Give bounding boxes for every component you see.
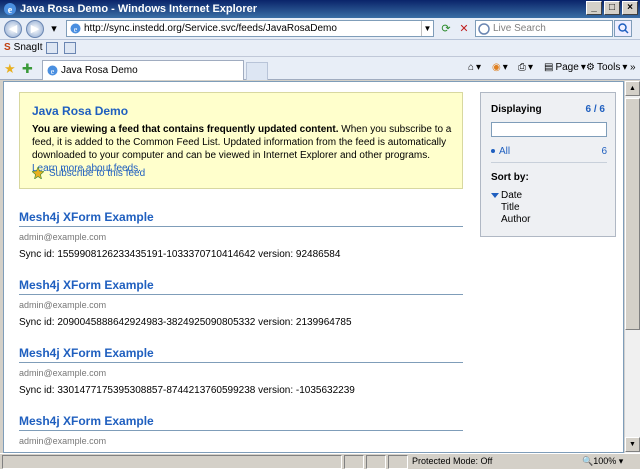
entry-author: admin@example.com: [19, 300, 107, 310]
svg-text:e: e: [51, 67, 55, 76]
window-title: Java Rosa Demo - Windows Internet Explor…: [20, 3, 258, 15]
sort-option-date[interactable]: Date: [491, 190, 530, 202]
home-icon: ⌂: [468, 62, 475, 73]
entry-body: Sync id: 3301477175395308857-87442137605…: [19, 385, 355, 396]
entry-title[interactable]: Mesh4j XForm Example: [19, 278, 463, 295]
snagit-icon: S: [4, 42, 11, 53]
new-tab-button[interactable]: [246, 62, 268, 80]
feeds-button[interactable]: ◉ ▾: [492, 62, 508, 73]
status-popup-segment: [388, 455, 408, 469]
status-bar: Protected Mode: Off 🔍100% ▾: [0, 453, 640, 469]
page-icon: e: [70, 23, 81, 34]
stop-icon[interactable]: ✕: [456, 21, 472, 37]
scrollbar-thumb[interactable]: [625, 98, 640, 330]
sort-by-label: Sort by:: [491, 172, 529, 183]
bullet-icon: [491, 149, 495, 154]
tab-page-icon: e: [47, 65, 58, 76]
filter-all-link[interactable]: All 6: [491, 146, 607, 157]
address-bar-row: ◀ ▶ ▾ e http://sync.instedd.org/Service.…: [0, 18, 640, 40]
tab-label: Java Rosa Demo: [61, 65, 138, 76]
svg-text:e: e: [8, 5, 13, 16]
snagit-capture-icon[interactable]: [64, 42, 76, 54]
zoom-level: 100%: [593, 456, 617, 466]
subscribe-label: Subscribe to this feed: [49, 167, 146, 179]
address-field[interactable]: e http://sync.instedd.org/Service.svc/fe…: [66, 20, 434, 37]
protected-mode-status[interactable]: Protected Mode: Off: [412, 456, 492, 466]
tab-row: ★ ✚ e Java Rosa Demo ⌂ ▾ ◉ ▾ ⎙ ▾ ▤ Page ▾ ⚙ To…: [0, 57, 640, 80]
forward-button[interactable]: ▶: [26, 20, 44, 38]
entry-author: admin@example.com: [19, 436, 107, 446]
snagit-label: SnagIt: [13, 42, 43, 53]
back-button[interactable]: ◀: [4, 20, 22, 38]
tools-gear-icon: ⚙: [586, 62, 595, 73]
entry-author: admin@example.com: [19, 368, 107, 378]
entry-body: Sync id: 2090045888642924983-38249250908…: [19, 317, 352, 328]
title-bar: e Java Rosa Demo - Windows Internet Expl…: [0, 0, 640, 18]
magnifier-icon: [617, 23, 629, 34]
address-dropdown-icon[interactable]: ▼: [421, 21, 433, 36]
entry-body: Sync id: 15599081262334351​91-1033370710…: [19, 249, 341, 260]
ie-logo-icon: e: [4, 3, 16, 16]
zoom-control[interactable]: 🔍100% ▾: [582, 456, 623, 467]
scroll-down-arrow-icon[interactable]: ▼: [625, 437, 640, 452]
entry-title[interactable]: Mesh4j XForm Example: [19, 210, 463, 227]
displaying-count: 6 / 6: [585, 104, 605, 115]
toolbar-overflow-chevron-icon[interactable]: »: [630, 62, 636, 73]
entry-author: admin@example.com: [19, 232, 107, 242]
scroll-up-arrow-icon[interactable]: ▲: [625, 81, 640, 96]
feed-entry: Mesh4j XForm Example admin@example.com S…: [19, 346, 463, 396]
status-security-segment: [366, 455, 386, 469]
svg-text:e: e: [74, 25, 78, 34]
feed-title: Java Rosa Demo: [32, 104, 129, 118]
feed-side-panel: Displaying 6 / 6 All 6 Sort by: Date Tit…: [480, 92, 616, 237]
add-favorites-icon[interactable]: ✚: [22, 61, 33, 77]
all-label: All: [499, 146, 511, 157]
links-toolbar: S SnagIt: [0, 40, 640, 57]
search-placeholder: Live Search: [493, 23, 546, 34]
status-zone-segment: [344, 455, 364, 469]
tools-menu[interactable]: ⚙ Tools ▾: [586, 62, 627, 73]
sort-option-author[interactable]: Author: [491, 214, 530, 226]
entry-title[interactable]: Mesh4j XForm Example: [19, 346, 463, 363]
snagit-window-icon[interactable]: [46, 42, 58, 54]
tab-java-rosa-demo[interactable]: e Java Rosa Demo: [42, 60, 244, 80]
entry-title[interactable]: Mesh4j XForm Example: [19, 414, 463, 431]
all-count: 6: [601, 146, 607, 157]
tools-menu-label: Tools: [596, 62, 621, 73]
sort-options: Date Title Author: [491, 190, 530, 226]
minimize-button[interactable]: _: [586, 1, 602, 15]
feed-description-bold: You are viewing a feed that contains fre…: [32, 124, 339, 135]
print-icon: ⎙: [518, 62, 526, 73]
search-go-button[interactable]: [614, 20, 632, 37]
favorites-star-icon[interactable]: ★: [4, 61, 16, 77]
refresh-icon[interactable]: ⟳: [438, 21, 454, 37]
page-content: Java Rosa Demo You are viewing a feed th…: [3, 81, 624, 453]
print-button[interactable]: ⎙ ▾: [518, 62, 533, 73]
vertical-scrollbar[interactable]: ▲ ▼: [624, 81, 640, 453]
snagit-button[interactable]: S SnagIt: [4, 42, 43, 53]
feed-info-box: Java Rosa Demo You are viewing a feed th…: [19, 92, 463, 189]
address-url: http://sync.instedd.org/Service.svc/feed…: [84, 23, 337, 34]
page-menu-icon: ▤: [544, 62, 554, 73]
subscribe-star-icon: [32, 167, 44, 179]
page-menu-label: Page: [555, 62, 579, 73]
close-button[interactable]: ×: [622, 1, 638, 15]
feed-entry: Mesh4j XForm Example admin@example.com S…: [19, 210, 463, 260]
maximize-button[interactable]: □: [604, 1, 620, 15]
divider: [491, 162, 607, 163]
sort-option-title[interactable]: Title: [491, 202, 530, 214]
feed-entry: Mesh4j XForm Example admin@example.com S…: [19, 278, 463, 328]
status-text-area: [2, 455, 342, 469]
feed-entry: Mesh4j XForm Example admin@example.com: [19, 414, 463, 452]
live-search-icon: [478, 23, 490, 35]
displaying-label: Displaying: [491, 104, 542, 115]
home-button[interactable]: ⌂ ▾: [468, 62, 481, 73]
recent-pages-dropdown[interactable]: ▾: [46, 21, 62, 37]
subscribe-link[interactable]: Subscribe to this feed: [32, 167, 145, 179]
search-input[interactable]: Live Search: [475, 20, 613, 37]
feeds-icon: ◉: [492, 62, 501, 73]
filter-input[interactable]: [491, 122, 607, 137]
page-menu[interactable]: ▤ Page ▾: [544, 62, 586, 73]
